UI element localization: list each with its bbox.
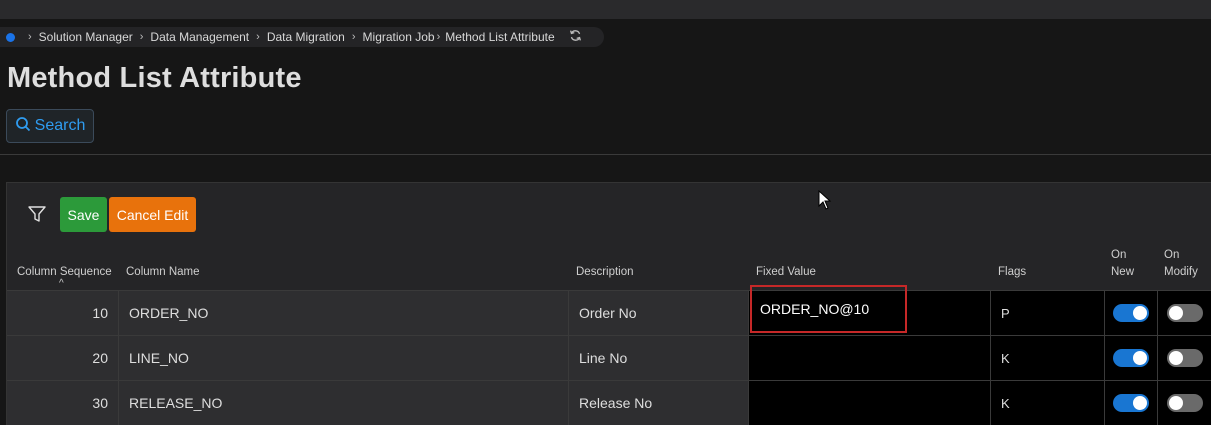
cell-fixed-value[interactable]: ORDER_NO@10 [749,285,991,335]
cell-on-new [1105,381,1158,425]
page-title: Method List Attribute [7,62,302,94]
header-on-new-line2[interactable]: New [1111,266,1134,278]
header-description[interactable]: Description [576,266,634,278]
search-icon [15,116,31,137]
attribute-grid-panel: Save Cancel Edit Column Sequence ^ Colum… [6,182,1211,425]
chevron-right-icon: › [28,31,32,43]
filter-icon[interactable] [28,206,46,228]
cell-fixed-value[interactable] [749,336,991,380]
sort-ascending-icon: ^ [59,278,64,289]
cell-sequence: 20 [7,336,119,380]
cell-on-modify [1158,381,1211,425]
cell-on-modify [1158,336,1211,380]
cell-on-new [1105,336,1158,380]
top-bar [0,0,1211,19]
on-new-toggle[interactable] [1113,349,1149,367]
cell-description: Line No [569,336,749,380]
table-row[interactable]: 10 ORDER_NO Order No ORDER_NO@10 P [7,285,1211,335]
on-modify-toggle[interactable] [1167,394,1203,412]
header-column-sequence[interactable]: Column Sequence [17,266,112,278]
on-modify-toggle[interactable] [1167,349,1203,367]
refresh-icon[interactable] [569,29,582,45]
table-row[interactable]: 30 RELEASE_NO Release No K [7,380,1211,425]
mouse-cursor-icon [818,190,832,210]
chevron-right-icon: › [351,31,356,43]
breadcrumb-item-data-migration[interactable]: Data Migration [267,30,345,44]
breadcrumb-item-data-management[interactable]: Data Management [150,30,249,44]
on-new-toggle[interactable] [1113,304,1149,322]
fixed-value-input[interactable]: ORDER_NO@10 [750,285,907,333]
cell-fixed-value[interactable] [749,381,991,425]
divider [0,154,1211,155]
breadcrumb-item-migration-job[interactable]: Migration Job [363,30,435,44]
breadcrumb: › Solution Manager › Data Management › D… [0,27,604,47]
header-fixed-value[interactable]: Fixed Value [756,266,816,278]
cell-description: Order No [569,291,749,335]
chevron-right-icon: › [139,31,144,43]
cell-column-name: LINE_NO [119,336,569,380]
header-flags[interactable]: Flags [998,266,1026,278]
chevron-right-icon: › [256,31,260,43]
header-on-modify-line2[interactable]: Modify [1164,266,1198,278]
save-button[interactable]: Save [60,197,107,232]
chevron-right-icon: › [436,31,441,43]
cell-flags[interactable]: K [991,336,1105,380]
on-modify-toggle[interactable] [1167,304,1203,322]
table-row[interactable]: 20 LINE_NO Line No K [7,335,1211,380]
cell-sequence: 10 [7,291,119,335]
cell-on-modify [1158,291,1211,335]
cell-flags[interactable]: K [991,381,1105,425]
on-new-toggle[interactable] [1113,394,1149,412]
header-column-name[interactable]: Column Name [126,266,200,278]
cancel-edit-button[interactable]: Cancel Edit [109,197,196,232]
cell-sequence: 30 [7,381,119,425]
header-on-new-line1[interactable]: On [1111,249,1126,261]
breadcrumb-item-solution-manager[interactable]: Solution Manager [39,30,133,44]
breadcrumb-item-current: Method List Attribute [445,30,555,44]
cell-on-new [1105,291,1158,335]
search-button[interactable]: Search [6,109,94,143]
cell-description: Release No [569,381,749,425]
cell-flags[interactable]: P [991,291,1105,335]
home-icon[interactable] [6,32,15,42]
header-on-modify-line1[interactable]: On [1164,249,1179,261]
cell-column-name: ORDER_NO [119,291,569,335]
search-label: Search [34,117,86,134]
cell-column-name: RELEASE_NO [119,381,569,425]
